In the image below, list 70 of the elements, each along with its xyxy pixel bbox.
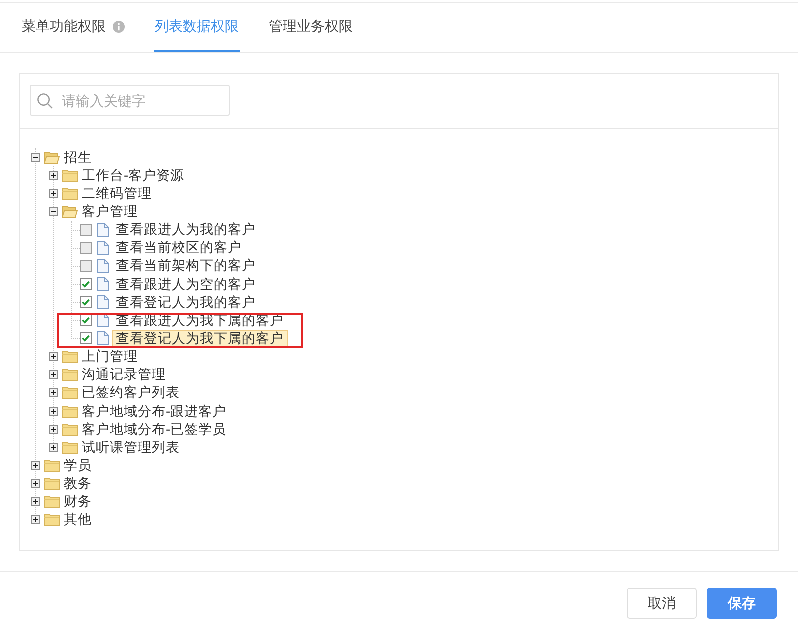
plus-box-icon[interactable] bbox=[30, 479, 40, 488]
document-icon bbox=[97, 331, 109, 346]
folder-icon bbox=[62, 368, 78, 382]
folder-icon bbox=[62, 168, 78, 182]
open-folder-icon bbox=[44, 150, 60, 164]
folder-icon bbox=[62, 440, 78, 454]
plus-box-icon[interactable] bbox=[30, 497, 40, 506]
permission-label[interactable]: 查看登记人为我下属的客户 bbox=[112, 330, 288, 347]
folder-icon bbox=[62, 404, 78, 418]
folder-label[interactable]: 沟通记录管理 bbox=[78, 366, 170, 384]
search-icon bbox=[37, 92, 53, 108]
folder-label[interactable]: 教务 bbox=[60, 475, 96, 492]
plus-box-icon[interactable] bbox=[48, 388, 58, 398]
plus-box-icon[interactable] bbox=[48, 442, 58, 452]
plus-box-icon[interactable] bbox=[30, 460, 40, 470]
folder-label[interactable]: 二维码管理 bbox=[78, 184, 156, 202]
folder-label[interactable]: 上门管理 bbox=[78, 348, 142, 366]
document-icon bbox=[97, 258, 109, 273]
plus-box-icon[interactable] bbox=[48, 352, 58, 362]
minus-box-icon[interactable] bbox=[30, 152, 40, 162]
minus-box-icon[interactable] bbox=[48, 206, 58, 216]
document-icon bbox=[97, 295, 109, 310]
permission-label[interactable]: 查看跟进人为空的客户 bbox=[112, 276, 260, 293]
tick-icon bbox=[82, 298, 90, 306]
permission-label[interactable]: 查看跟进人为我的客户 bbox=[112, 221, 260, 238]
folder-label[interactable]: 学员 bbox=[60, 456, 96, 474]
checkbox[interactable] bbox=[80, 224, 92, 236]
folder-label[interactable]: 招生 bbox=[60, 148, 96, 166]
plus-box-icon[interactable] bbox=[48, 370, 58, 380]
checkbox[interactable] bbox=[80, 314, 92, 326]
tick-icon bbox=[82, 316, 90, 324]
folder-label[interactable]: 客户地域分布-跟进客户 bbox=[78, 402, 231, 420]
folder-icon bbox=[44, 513, 60, 526]
permission-label[interactable]: 查看当前校区的客户 bbox=[112, 239, 246, 256]
folder-icon bbox=[62, 386, 78, 400]
plus-box-icon[interactable] bbox=[48, 170, 58, 180]
checkbox[interactable] bbox=[80, 296, 92, 308]
folder-label[interactable]: 已签约客户列表 bbox=[78, 384, 184, 402]
document-icon bbox=[97, 222, 109, 237]
plus-box-icon[interactable] bbox=[30, 515, 40, 524]
search-field[interactable]: 请输入关键字 bbox=[30, 85, 230, 116]
folder-icon bbox=[62, 186, 78, 200]
checkbox[interactable] bbox=[80, 260, 92, 272]
folder-icon bbox=[44, 458, 60, 472]
open-folder-icon bbox=[62, 204, 78, 218]
folder-icon bbox=[44, 477, 60, 490]
folder-label[interactable]: 试听课管理列表 bbox=[78, 438, 184, 456]
checkbox[interactable] bbox=[80, 242, 92, 254]
plus-box-icon[interactable] bbox=[48, 188, 58, 198]
folder-label[interactable]: 客户管理 bbox=[78, 202, 142, 220]
folder-icon bbox=[62, 422, 78, 436]
checkbox[interactable] bbox=[80, 332, 92, 344]
folder-label[interactable]: 工作台-客户资源 bbox=[78, 166, 189, 184]
document-icon bbox=[97, 240, 109, 255]
folder-icon bbox=[44, 495, 60, 508]
plus-box-icon[interactable] bbox=[48, 424, 58, 434]
tick-icon bbox=[82, 280, 90, 288]
permission-label[interactable]: 查看当前架构下的客户 bbox=[112, 257, 260, 274]
folder-label[interactable]: 客户地域分布-已签学员 bbox=[78, 420, 231, 438]
folder-label[interactable]: 其他 bbox=[60, 511, 96, 528]
tab[interactable]: 菜单功能权限 bbox=[21, 3, 126, 52]
checkbox[interactable] bbox=[80, 278, 92, 290]
plus-box-icon[interactable] bbox=[48, 406, 58, 416]
tab[interactable]: 管理业务权限 bbox=[268, 3, 354, 52]
permission-label[interactable]: 查看登记人为我的客户 bbox=[112, 294, 260, 311]
tick-icon bbox=[82, 334, 90, 342]
folder-icon bbox=[62, 350, 78, 364]
document-icon bbox=[97, 277, 109, 292]
cancel-button[interactable]: 取消 bbox=[627, 588, 697, 619]
folder-label[interactable]: 财务 bbox=[60, 493, 96, 510]
